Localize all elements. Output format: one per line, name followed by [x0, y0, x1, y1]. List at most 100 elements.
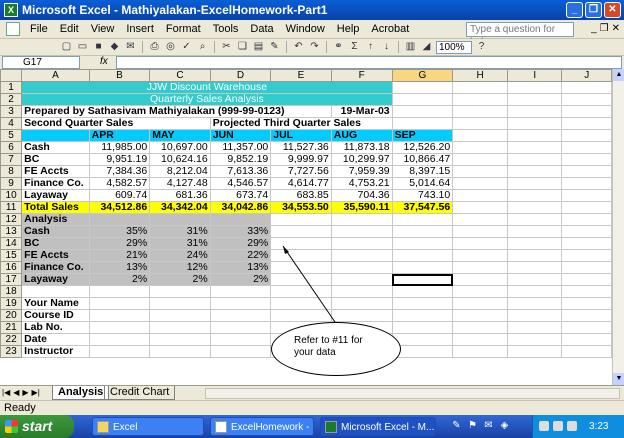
- cell[interactable]: [270, 249, 332, 262]
- cell[interactable]: [561, 117, 612, 130]
- row-label-cell[interactable]: BC: [21, 153, 90, 166]
- cell[interactable]: [209, 213, 272, 226]
- cell[interactable]: [452, 309, 509, 322]
- row-label-cell[interactable]: BC: [21, 237, 90, 250]
- sort-descending-icon[interactable]: ↓: [380, 41, 393, 53]
- value-cell[interactable]: 4,546.57: [209, 177, 272, 190]
- value-cell[interactable]: 11,357.00: [209, 141, 272, 154]
- vertical-scrollbar[interactable]: ▲ ▼: [612, 69, 624, 385]
- value-cell[interactable]: 673.74: [209, 189, 272, 202]
- cell[interactable]: [88, 321, 151, 334]
- value-cell[interactable]: 10,866.47: [391, 153, 454, 166]
- quick-launch-icon[interactable]: ◈: [498, 420, 511, 432]
- format-painter-icon[interactable]: ✎: [268, 41, 281, 53]
- formula-input[interactable]: [116, 56, 622, 69]
- cell[interactable]: [270, 261, 332, 274]
- cell[interactable]: [561, 81, 612, 94]
- cell[interactable]: [330, 261, 393, 274]
- percent-cell[interactable]: 2%: [149, 273, 211, 286]
- cell[interactable]: [452, 189, 509, 202]
- percent-cell[interactable]: 13%: [209, 261, 272, 274]
- cell[interactable]: [507, 273, 563, 286]
- print-preview-icon[interactable]: ◎: [164, 41, 177, 53]
- clock[interactable]: 3:23 PM: [589, 421, 608, 438]
- month-cell[interactable]: JUL: [270, 129, 332, 142]
- cell[interactable]: [149, 345, 211, 358]
- cell[interactable]: [507, 141, 563, 154]
- zoom-select[interactable]: 100%: [436, 40, 472, 54]
- value-cell[interactable]: 609.74: [88, 189, 151, 202]
- cell[interactable]: [452, 345, 509, 358]
- cell[interactable]: [270, 309, 332, 322]
- cell[interactable]: [452, 297, 509, 310]
- cell[interactable]: [561, 273, 612, 286]
- cell[interactable]: [507, 309, 563, 322]
- scroll-down-icon[interactable]: ▼: [613, 373, 624, 385]
- value-cell[interactable]: 8,212.04: [149, 165, 211, 178]
- percent-cell[interactable]: 33%: [209, 225, 272, 238]
- row-header[interactable]: 18: [0, 285, 23, 298]
- column-header[interactable]: H: [452, 69, 509, 82]
- second-quarter-header[interactable]: Second Quarter Sales: [21, 117, 211, 130]
- total-cell[interactable]: 34,342.04: [149, 201, 211, 214]
- cell[interactable]: [88, 285, 151, 298]
- prepared-by-cell[interactable]: Prepared by Sathasivam Mathiyalakan (999…: [21, 105, 332, 118]
- scroll-up-icon[interactable]: ▲: [613, 69, 624, 81]
- cell[interactable]: [452, 225, 509, 238]
- taskbar-item-word-doc[interactable]: ExcelHomework - ...: [210, 417, 314, 436]
- cell[interactable]: [330, 249, 393, 262]
- cell[interactable]: [391, 285, 454, 298]
- cell[interactable]: [88, 333, 151, 346]
- value-cell[interactable]: 7,727.56: [270, 165, 332, 178]
- cell[interactable]: [149, 309, 211, 322]
- info-label-cell[interactable]: Date: [21, 333, 90, 346]
- cell[interactable]: [149, 213, 211, 226]
- help-icon[interactable]: ?: [475, 41, 488, 53]
- column-header[interactable]: B: [88, 69, 151, 82]
- email-icon[interactable]: ✉: [124, 41, 137, 53]
- value-cell[interactable]: 11,985.00: [88, 141, 151, 154]
- cell[interactable]: [507, 261, 563, 274]
- row-header[interactable]: 11: [0, 201, 23, 214]
- row-header[interactable]: 22: [0, 333, 23, 346]
- cell[interactable]: [507, 153, 563, 166]
- total-cell[interactable]: 37,547.56: [391, 201, 454, 214]
- cell[interactable]: [149, 297, 211, 310]
- quick-launch-icon[interactable]: ✉: [482, 420, 495, 432]
- cell[interactable]: [330, 237, 393, 250]
- undo-icon[interactable]: ↶: [292, 41, 305, 53]
- cell[interactable]: [561, 141, 612, 154]
- cell[interactable]: [561, 225, 612, 238]
- horizontal-scrollbar[interactable]: [205, 388, 620, 399]
- cell[interactable]: [452, 285, 509, 298]
- cell[interactable]: [330, 309, 393, 322]
- cell[interactable]: [507, 345, 563, 358]
- menu-edit[interactable]: Edit: [54, 23, 85, 35]
- cell[interactable]: [88, 345, 151, 358]
- row-header[interactable]: 16: [0, 261, 23, 274]
- cell[interactable]: [507, 105, 563, 118]
- close-button[interactable]: ✕: [604, 2, 621, 18]
- column-header-selected[interactable]: G: [391, 69, 454, 82]
- cell[interactable]: [209, 297, 272, 310]
- cut-icon[interactable]: ✂: [220, 41, 233, 53]
- column-header[interactable]: D: [209, 69, 272, 82]
- cell[interactable]: [507, 201, 563, 214]
- minimize-button[interactable]: _: [566, 2, 583, 18]
- cell[interactable]: [391, 81, 454, 94]
- cell[interactable]: [452, 105, 509, 118]
- row-header[interactable]: 23: [0, 345, 23, 358]
- cell[interactable]: [270, 273, 332, 286]
- percent-cell[interactable]: 21%: [88, 249, 151, 262]
- last-sheet-icon[interactable]: ▶|: [32, 388, 40, 397]
- cell[interactable]: [507, 93, 563, 106]
- menu-window[interactable]: Window: [280, 23, 331, 35]
- cell[interactable]: [270, 213, 332, 226]
- column-header[interactable]: I: [507, 69, 563, 82]
- cell[interactable]: [209, 333, 272, 346]
- workbook-restore-icon[interactable]: ❐: [600, 23, 609, 34]
- value-cell[interactable]: 4,753.21: [330, 177, 393, 190]
- cell[interactable]: [507, 333, 563, 346]
- percent-cell[interactable]: 31%: [149, 237, 211, 250]
- percent-cell[interactable]: 22%: [209, 249, 272, 262]
